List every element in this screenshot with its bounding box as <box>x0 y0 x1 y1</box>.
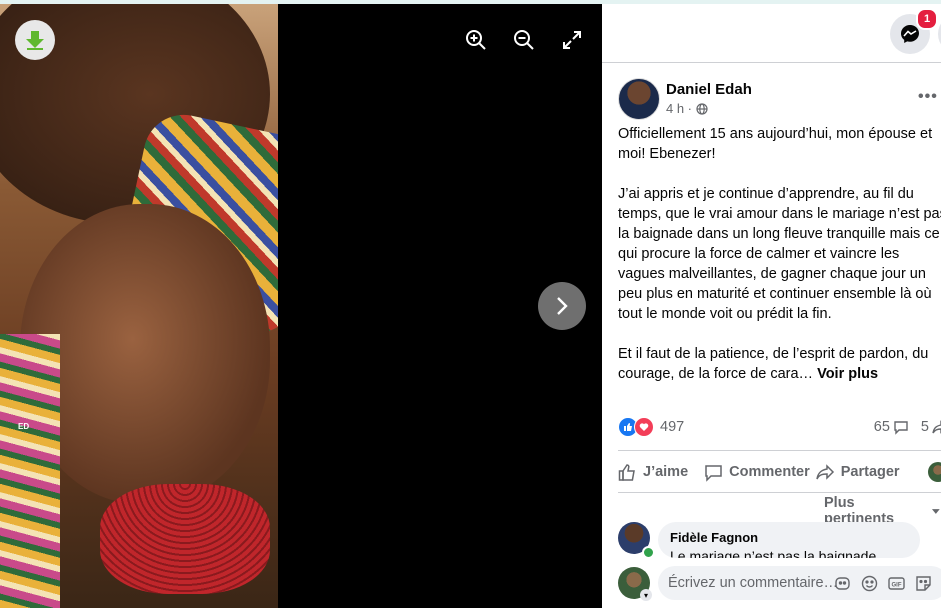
like-label: J’aime <box>643 464 689 480</box>
more-options-icon[interactable]: ••• <box>918 88 938 106</box>
author-avatar[interactable] <box>618 78 660 120</box>
share-icon <box>815 463 834 480</box>
post-photo[interactable]: ED <box>0 4 278 608</box>
photo-viewer: ED <box>0 4 602 608</box>
zoom-in-button[interactable] <box>464 28 488 52</box>
emoji-icon[interactable] <box>861 575 878 592</box>
post-paragraph: Officiellement 15 ans aujourd’hui, mon é… <box>618 126 937 162</box>
post-sidebar: 1 Daniel Edah 4 h · ••• Officiellement 1… <box>602 4 941 608</box>
actions-divider <box>618 492 941 493</box>
fullscreen-icon <box>563 31 581 49</box>
comment-count-group[interactable]: 65 <box>874 419 909 435</box>
next-photo-button[interactable] <box>538 282 586 330</box>
post-actions: J’aime Commenter Partager <box>618 456 941 488</box>
post-text: Officiellement 15 ans aujourd’hui, mon é… <box>618 124 941 404</box>
comment-text: Le mariage n’est pas la baignade <box>670 548 877 558</box>
chevron-right-icon <box>557 297 568 315</box>
photo-cloth <box>0 334 60 608</box>
download-button[interactable] <box>15 20 55 60</box>
notification-badge: 1 <box>916 8 938 30</box>
comment-icon <box>705 464 722 482</box>
comment-count: 65 <box>873 419 890 435</box>
thumbs-up-icon <box>618 463 635 481</box>
reaction-count[interactable]: 497 <box>660 419 684 435</box>
see-more-link[interactable]: Voir plus <box>817 366 878 382</box>
sticker-icon[interactable] <box>915 575 932 592</box>
post-meta: 4 h · <box>666 101 708 116</box>
like-button[interactable]: J’aime <box>618 463 688 482</box>
messenger-icon <box>901 25 919 43</box>
comment-composer: ▾ Écrivez un commentaire… GIF <box>602 558 941 608</box>
share-as-avatar[interactable] <box>928 462 941 482</box>
comment-label: Commenter <box>729 464 810 480</box>
svg-text:GIF: GIF <box>892 583 902 589</box>
zoom-out-button[interactable] <box>512 28 536 52</box>
photo-beads <box>100 484 270 594</box>
post-paragraph-truncated: Et il faut de la patience, de l’esprit d… <box>618 344 941 384</box>
share-arrow-icon <box>932 420 941 434</box>
share-count: 5 <box>920 419 929 435</box>
composer-icons: GIF <box>834 575 932 592</box>
zoom-in-icon <box>466 30 486 50</box>
header-divider <box>602 62 941 63</box>
comment-button[interactable]: Commenter <box>704 463 810 482</box>
caret-down-icon <box>932 509 941 514</box>
share-button[interactable]: Partager <box>815 463 900 482</box>
love-reaction-icon <box>634 417 654 437</box>
fullscreen-button[interactable] <box>560 28 584 52</box>
comment-bubble-icon <box>894 421 908 435</box>
share-label: Partager <box>840 464 900 480</box>
reactions-row: 497 65 5 <box>618 416 941 438</box>
photo-watermark: ED <box>18 422 30 431</box>
gif-icon[interactable]: GIF <box>888 575 905 592</box>
download-icon <box>26 31 44 50</box>
post-author[interactable]: Daniel Edah <box>666 81 752 98</box>
post-truncated-text: Et il faut de la patience, de l’esprit d… <box>618 346 933 382</box>
share-count-group[interactable]: 5 <box>921 419 941 435</box>
comment-author[interactable]: Fidèle Fagnon <box>670 530 758 545</box>
globe-icon <box>696 102 708 115</box>
post-time[interactable]: 4 h · <box>666 101 692 116</box>
comment-bubble: Fidèle Fagnon Le mariage n’est pas la ba… <box>658 522 920 558</box>
reactions-divider <box>618 450 941 451</box>
post-paragraph: J’ai appris et je continue d’apprendre, … <box>618 186 941 322</box>
comment-input-placeholder: Écrivez un commentaire… <box>668 575 839 591</box>
avatar-sticker-icon[interactable] <box>834 575 851 592</box>
chevron-down-icon[interactable]: ▾ <box>640 589 652 601</box>
zoom-out-icon <box>514 30 534 50</box>
